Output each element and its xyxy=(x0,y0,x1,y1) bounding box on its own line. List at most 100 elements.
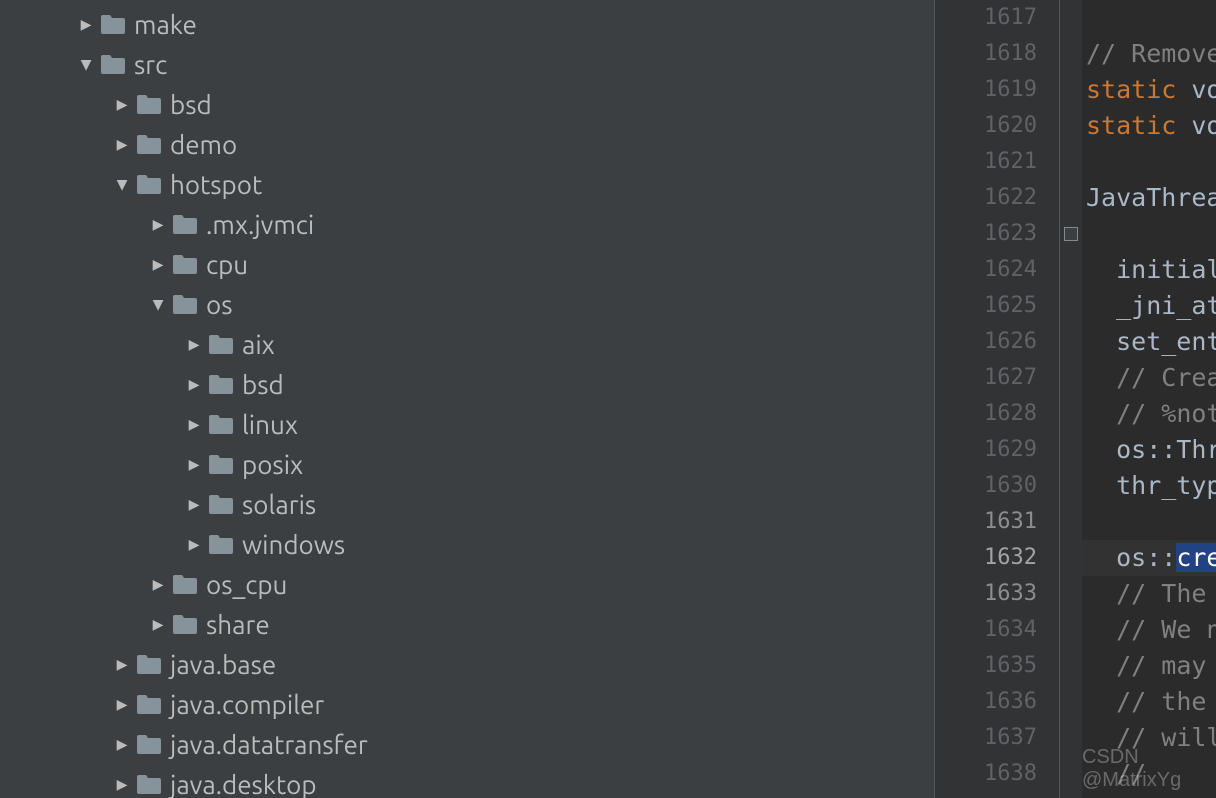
tree-item--mx-jvmci[interactable]: ▶ .mx.jvmci xyxy=(0,204,934,244)
line-number[interactable]: 1622 xyxy=(984,180,1037,216)
line-number[interactable]: 1638 xyxy=(984,756,1037,792)
watermark-text: CSDN @MatrixYg xyxy=(1082,746,1206,792)
tree-item-java-compiler[interactable]: ▶java.compiler xyxy=(0,684,934,724)
tree-item-windows[interactable]: ▶windows xyxy=(0,524,934,564)
folder-icon xyxy=(172,574,198,594)
tree-item-label: demo xyxy=(170,130,237,159)
expand-arrow-down-icon[interactable]: ▼ xyxy=(108,174,136,195)
line-number[interactable]: 1629 xyxy=(984,432,1037,468)
expand-arrow-right-icon[interactable]: ▶ xyxy=(144,254,172,275)
folder-icon xyxy=(136,774,162,794)
line-number[interactable]: 1630 xyxy=(984,468,1037,504)
folder-icon xyxy=(100,14,126,34)
tree-item-label: aix xyxy=(242,330,275,359)
code-line[interactable]: // Remove xyxy=(1082,36,1216,72)
code-line[interactable] xyxy=(1082,144,1216,180)
expand-arrow-right-icon[interactable]: ▶ xyxy=(108,654,136,675)
tree-item-label: bsd xyxy=(242,370,284,399)
expand-arrow-right-icon[interactable]: ▶ xyxy=(108,94,136,115)
code-line[interactable] xyxy=(1082,216,1216,252)
tree-item-java-desktop[interactable]: ▶java.desktop xyxy=(0,764,934,798)
line-number[interactable]: 1628 xyxy=(984,396,1037,432)
expand-arrow-right-icon[interactable]: ▶ xyxy=(108,694,136,715)
folder-icon xyxy=(136,694,162,714)
line-number[interactable]: 1632 xyxy=(984,540,1037,576)
line-number[interactable]: 1620 xyxy=(984,108,1037,144)
expand-arrow-right-icon[interactable]: ▶ xyxy=(108,774,136,795)
code-line[interactable]: // Creat xyxy=(1082,360,1216,396)
code-line[interactable]: JavaThread xyxy=(1082,180,1216,216)
code-line[interactable] xyxy=(1082,0,1216,36)
tree-item-java-datatransfer[interactable]: ▶ java.datatransfer xyxy=(0,724,934,764)
code-line[interactable]: os::crea xyxy=(1082,540,1216,576)
tree-item-solaris[interactable]: ▶solaris xyxy=(0,484,934,524)
tree-item-label: os_cpu xyxy=(206,570,287,599)
code-line[interactable]: // the e xyxy=(1082,684,1216,720)
expand-arrow-right-icon[interactable]: ▶ xyxy=(180,534,208,555)
tree-item-make[interactable]: ▶ make xyxy=(0,4,934,44)
fold-indicator-icon[interactable] xyxy=(1064,227,1078,241)
line-number[interactable]: 1619 xyxy=(984,72,1037,108)
line-number[interactable]: 1634 xyxy=(984,612,1037,648)
code-line[interactable]: thr_type xyxy=(1082,468,1216,504)
tree-item-os[interactable]: ▼os xyxy=(0,284,934,324)
expand-arrow-right-icon[interactable]: ▶ xyxy=(180,334,208,355)
line-number[interactable]: 1626 xyxy=(984,324,1037,360)
code-line[interactable]: os::Thre xyxy=(1082,432,1216,468)
expand-arrow-right-icon[interactable]: ▶ xyxy=(144,614,172,635)
tree-item-label: java.datatransfer xyxy=(170,730,368,759)
expand-arrow-down-icon[interactable]: ▼ xyxy=(144,294,172,315)
expand-arrow-right-icon[interactable]: ▶ xyxy=(144,574,172,595)
tree-item-src[interactable]: ▼src xyxy=(0,44,934,84)
folder-icon xyxy=(208,454,234,474)
expand-arrow-right-icon[interactable]: ▶ xyxy=(180,494,208,515)
line-number[interactable]: 1637 xyxy=(984,720,1037,756)
code-line[interactable]: static voi xyxy=(1082,72,1216,108)
code-line[interactable]: // %note xyxy=(1082,396,1216,432)
line-number[interactable]: 1627 xyxy=(984,360,1037,396)
expand-arrow-right-icon[interactable]: ▶ xyxy=(180,454,208,475)
code-line[interactable]: initiali xyxy=(1082,252,1216,288)
line-number[interactable]: 1631 xyxy=(984,504,1037,540)
expand-arrow-right-icon[interactable]: ▶ xyxy=(180,374,208,395)
tree-item-bsd[interactable]: ▶bsd xyxy=(0,84,934,124)
line-number[interactable]: 1623 xyxy=(984,216,1037,252)
line-number[interactable]: 1636 xyxy=(984,684,1037,720)
tree-item-java-base[interactable]: ▶java.base xyxy=(0,644,934,684)
tree-item-posix[interactable]: ▶posix xyxy=(0,444,934,484)
code-line[interactable]: // may h xyxy=(1082,648,1216,684)
code-line[interactable] xyxy=(1082,504,1216,540)
tree-item-label: make xyxy=(134,10,197,39)
line-number[interactable]: 1618 xyxy=(984,36,1037,72)
tree-item-linux[interactable]: ▶linux xyxy=(0,404,934,444)
code-line[interactable]: set_entr xyxy=(1082,324,1216,360)
code-line[interactable]: // The xyxy=(1082,576,1216,612)
code-line[interactable]: _jni_att xyxy=(1082,288,1216,324)
expand-arrow-right-icon[interactable]: ▶ xyxy=(180,414,208,435)
code-line[interactable]: static voi xyxy=(1082,108,1216,144)
line-number[interactable]: 1621 xyxy=(984,144,1037,180)
expand-arrow-right-icon[interactable]: ▶ xyxy=(72,14,100,35)
tree-item-aix[interactable]: ▶ aix xyxy=(0,324,934,364)
line-number[interactable]: 1624 xyxy=(984,252,1037,288)
expand-arrow-right-icon[interactable]: ▶ xyxy=(108,134,136,155)
tree-item-label: .mx.jvmci xyxy=(206,210,314,239)
tree-item-demo[interactable]: ▶ demo xyxy=(0,124,934,164)
expand-arrow-down-icon[interactable]: ▼ xyxy=(72,54,100,75)
project-tree[interactable]: ▶make▼src▶bsd▶demo▼hotspot▶.mx.jvmci▶cpu… xyxy=(0,0,934,798)
folder-icon xyxy=(100,54,126,74)
code-line[interactable]: // We ne xyxy=(1082,612,1216,648)
folder-icon xyxy=(136,654,162,674)
tree-item-hotspot[interactable]: ▼hotspot xyxy=(0,164,934,204)
expand-arrow-right-icon[interactable]: ▶ xyxy=(108,734,136,755)
line-number[interactable]: 1633 xyxy=(984,576,1037,612)
tree-item-share[interactable]: ▶share xyxy=(0,604,934,644)
tree-item-os_cpu[interactable]: ▶ os_cpu xyxy=(0,564,934,604)
line-number[interactable]: 1617 xyxy=(984,0,1037,36)
tree-item-bsd[interactable]: ▶ bsd xyxy=(0,364,934,404)
code-editor[interactable]: // Remove static voistatic voi JavaThread… xyxy=(1082,0,1216,798)
expand-arrow-right-icon[interactable]: ▶ xyxy=(144,214,172,235)
tree-item-cpu[interactable]: ▶cpu xyxy=(0,244,934,284)
line-number[interactable]: 1635 xyxy=(984,648,1037,684)
line-number[interactable]: 1625 xyxy=(984,288,1037,324)
